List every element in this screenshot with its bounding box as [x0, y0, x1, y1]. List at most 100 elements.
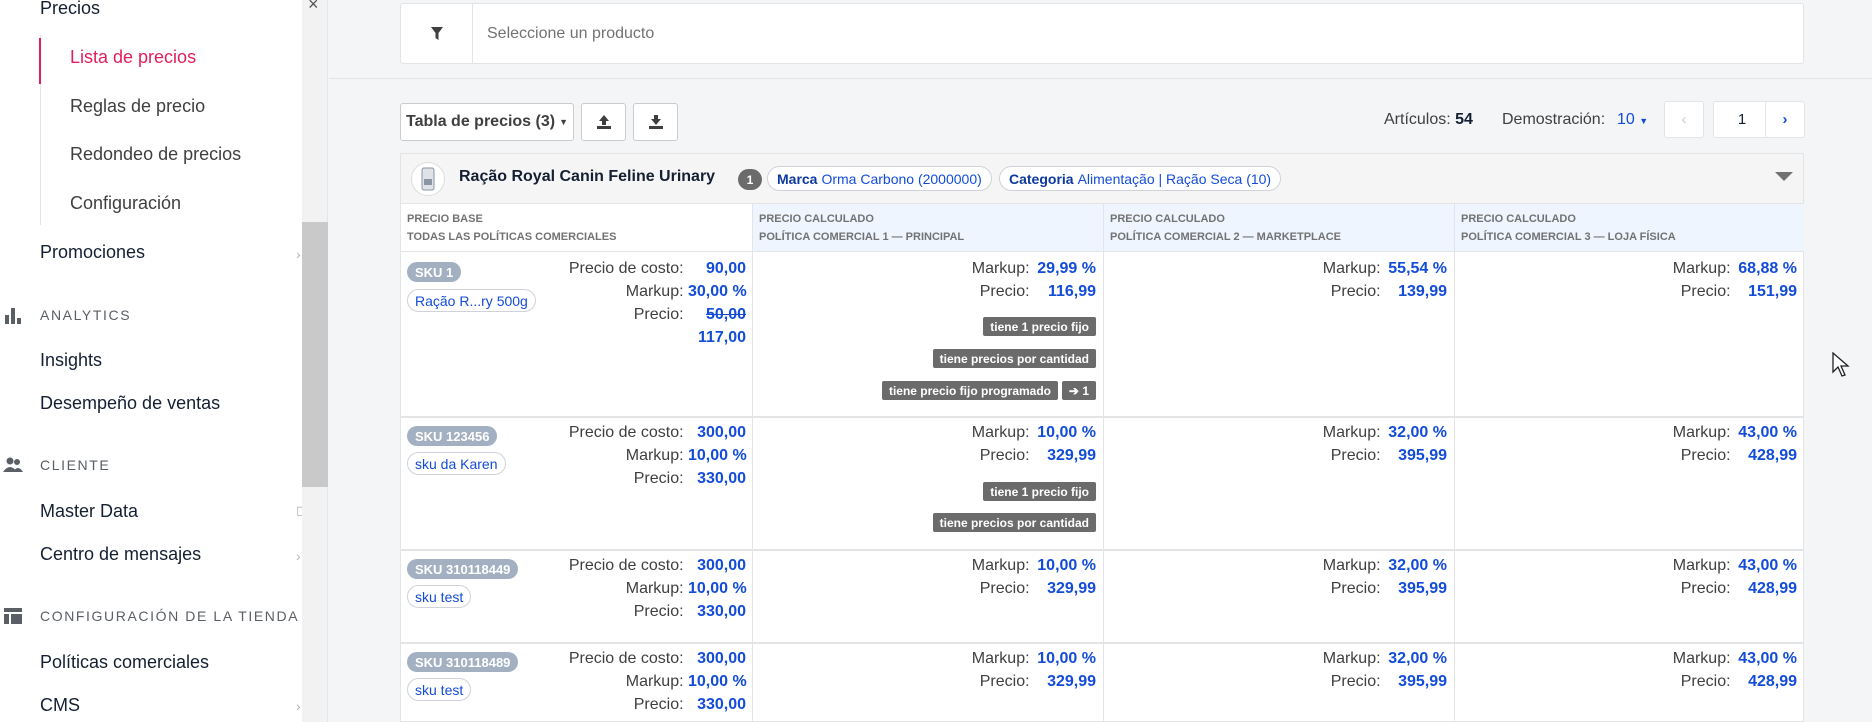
articles-count: Artículos: 54: [1384, 111, 1473, 129]
price-value: 395,99: [1398, 447, 1447, 464]
page-size-dropdown[interactable]: 10 ▼: [1617, 111, 1648, 129]
collapse-toggle-icon[interactable]: [1775, 172, 1793, 181]
sidebar-item-cms[interactable]: CMS: [40, 695, 80, 716]
price-value: 329,99: [1047, 673, 1096, 690]
markup-value: 43,00 %: [1738, 557, 1797, 574]
product-name[interactable]: Ração Royal Canin Feline Urinary: [459, 168, 715, 186]
price-label: Precio:: [633, 306, 684, 323]
sidebar-item-insights[interactable]: Insights: [40, 350, 102, 371]
markup-label: Markup:: [625, 447, 684, 464]
filter-button[interactable]: [401, 4, 473, 63]
price-label: Precio:: [633, 603, 684, 620]
sku-name-link[interactable]: sku test: [407, 585, 472, 608]
price-line: Precio: 50,00: [634, 306, 746, 324]
scheduled-price-flag[interactable]: tiene precio fijo programado: [881, 381, 1058, 400]
quantity-price-flag[interactable]: tiene precios por cantidad: [932, 513, 1096, 532]
markup-label: Markup:: [1322, 557, 1381, 574]
price-value: 116,99: [1047, 283, 1096, 300]
page-input[interactable]: 1: [1713, 101, 1771, 138]
markup-value: 29,99 %: [1037, 260, 1096, 277]
price-table-dropdown[interactable]: Tabla de precios (3) ▼: [400, 103, 574, 141]
product-thumbnail: [411, 162, 445, 196]
sidebar-item-desempeno[interactable]: Desempeño de ventas: [40, 393, 220, 414]
sidebar-item-precios[interactable]: Precios: [40, 0, 100, 19]
cost-label: Precio de costo:: [568, 424, 684, 441]
p3-price-line: Precio: 151,99: [1681, 283, 1797, 301]
product-search-input[interactable]: Seleccione un producto: [473, 4, 1803, 63]
p1-markup-line: Markup: 29,99 %: [972, 260, 1096, 278]
col-header-line1: PRECIO CALCULADO: [759, 213, 874, 225]
sidebar-item-politicas[interactable]: Políticas comerciales: [40, 652, 209, 673]
markup-value: 10,00 %: [1037, 557, 1096, 574]
sidebar-item-master-data[interactable]: Master Data: [40, 501, 138, 522]
row-divider: [401, 549, 1803, 551]
sidebar-item-reglas-precio[interactable]: Reglas de precio: [70, 96, 205, 117]
prev-page-button[interactable]: ‹: [1664, 101, 1704, 138]
price-value: 329,99: [1047, 580, 1096, 597]
page-size-value: 10: [1617, 111, 1635, 128]
sku-name-link[interactable]: sku da Karen: [407, 452, 506, 475]
sidebar-item-mensajes[interactable]: Centro de mensajes: [40, 544, 201, 565]
markup-label: Markup:: [971, 260, 1030, 277]
download-button[interactable]: [633, 103, 678, 141]
fixed-price-flag[interactable]: tiene 1 precio fijo: [983, 317, 1096, 336]
divider: [329, 78, 1872, 79]
price-line: Precio: 330,00: [634, 470, 746, 488]
category-tag[interactable]: Categoria Alimentação | Ração Seca (10): [999, 166, 1282, 191]
markup-value: 43,00 %: [1738, 424, 1797, 441]
cost-label: Precio de costo:: [568, 557, 684, 574]
price-label: Precio:: [1680, 447, 1731, 464]
p1-markup-line: Markup: 10,00 %: [972, 650, 1096, 668]
price-value: 117,00: [697, 329, 746, 346]
price-label: Precio:: [633, 696, 684, 713]
sidebar-item-configuracion[interactable]: Configuración: [70, 193, 181, 214]
markup-label: Markup:: [1322, 260, 1381, 277]
price-value: 329,99: [1047, 447, 1096, 464]
price-table-label: Tabla de precios (3): [406, 113, 556, 130]
price-label: Precio:: [979, 283, 1030, 300]
sidebar-item-redondeo[interactable]: Redondeo de precios: [70, 144, 241, 165]
section-tienda: CONFIGURACIÓN DE LA TIENDA: [0, 605, 299, 627]
price-label: Precio:: [979, 580, 1030, 597]
price-value: 330,00: [697, 696, 746, 713]
cost-line: Precio de costo: 300,00: [569, 424, 746, 442]
new-price-line: 117,00: [698, 329, 746, 347]
quantity-price-flag[interactable]: tiene precios por cantidad: [932, 349, 1096, 368]
p1-price-line: Precio: 329,99: [980, 673, 1096, 691]
markup-value: 10,00 %: [1037, 424, 1096, 441]
col-header-line2: POLÍTICA COMERCIAL 3 — LOJA FÍSICA: [1461, 231, 1676, 243]
scheduled-count-flag[interactable]: ➔ 1: [1061, 381, 1096, 400]
fixed-price-flag[interactable]: tiene 1 precio fijo: [983, 482, 1096, 501]
col-header-base: PRECIO BASE TODAS LAS POLÍTICAS COMERCIA…: [401, 204, 752, 252]
price-label: Precio:: [1680, 580, 1731, 597]
brand-tag[interactable]: Marca Orma Carbono (2000000): [767, 166, 992, 191]
section-analytics: ANALYTICS: [0, 304, 131, 326]
mouse-cursor-icon: [1832, 352, 1850, 377]
p2-price-line: Precio: 395,99: [1331, 580, 1447, 598]
price-label: Precio:: [1330, 580, 1381, 597]
category-value: Alimentação | Ração Seca (10): [1077, 170, 1272, 187]
next-page-button[interactable]: ›: [1765, 101, 1805, 138]
col-header-policy-1: PRECIO CALCULADO POLÍTICA COMERCIAL 1 — …: [753, 204, 1103, 252]
sku-name-link[interactable]: sku test: [407, 678, 472, 701]
markup-label: Markup:: [971, 650, 1030, 667]
sku-name-link[interactable]: Ração R...ry 500g: [407, 289, 536, 312]
caret-down-icon: ▼: [1639, 116, 1649, 126]
col-header-line2: POLÍTICA COMERCIAL 1 — PRINCIPAL: [759, 231, 965, 243]
sidebar-item-promociones[interactable]: Promociones: [40, 242, 145, 263]
layout-icon: [0, 605, 26, 627]
sidebar-item-lista-precios[interactable]: Lista de precios: [70, 47, 196, 68]
sku-count-badge: 1: [738, 169, 762, 190]
close-icon[interactable]: ×: [308, 0, 319, 15]
markup-value: 30,00 %: [688, 283, 747, 300]
markup-value: 32,00 %: [1388, 650, 1447, 667]
sidebar-scroll-thumb[interactable]: [302, 222, 328, 487]
markup-value: 68,88 %: [1738, 260, 1797, 277]
markup-label: Markup:: [1322, 650, 1381, 667]
p2-markup-line: Markup: 55,54 %: [1323, 260, 1447, 278]
p2-markup-line: Markup: 32,00 %: [1323, 424, 1447, 442]
upload-button[interactable]: [581, 103, 626, 141]
markup-value: 55,54 %: [1388, 260, 1447, 277]
cost-value: 300,00: [697, 650, 746, 667]
markup-value: 10,00 %: [688, 673, 747, 690]
